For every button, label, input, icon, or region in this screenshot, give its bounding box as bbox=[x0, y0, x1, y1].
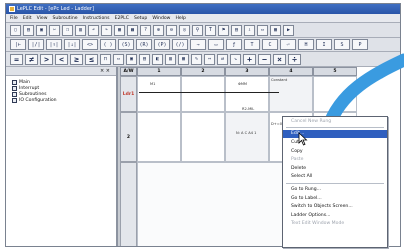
menu-item-paste[interactable]: Paste bbox=[283, 155, 387, 164]
menu-separator bbox=[286, 182, 384, 184]
menu-item-switch-objects-screen[interactable]: Switch to Objects Screen... bbox=[283, 202, 387, 211]
menu-item-go-to-rung[interactable]: Go to Rung... bbox=[283, 185, 387, 194]
mouse-pointer-icon bbox=[298, 132, 308, 146]
menu-item-go-to-label[interactable]: Go to Label... bbox=[283, 194, 387, 203]
menu-item-copy[interactable]: Copy bbox=[283, 147, 387, 156]
menu-separator bbox=[286, 127, 384, 129]
menu-item-ladder-options[interactable]: Ladder Options... bbox=[283, 211, 387, 220]
menu-item-cancel-new-rung[interactable]: Cancel New Rung bbox=[283, 117, 387, 126]
menu-item-text-edit-mode[interactable]: Text Edit Window Mode bbox=[283, 220, 387, 229]
menu-item-select-all[interactable]: Select All bbox=[283, 173, 387, 182]
menu-item-delete[interactable]: Delete bbox=[283, 164, 387, 173]
